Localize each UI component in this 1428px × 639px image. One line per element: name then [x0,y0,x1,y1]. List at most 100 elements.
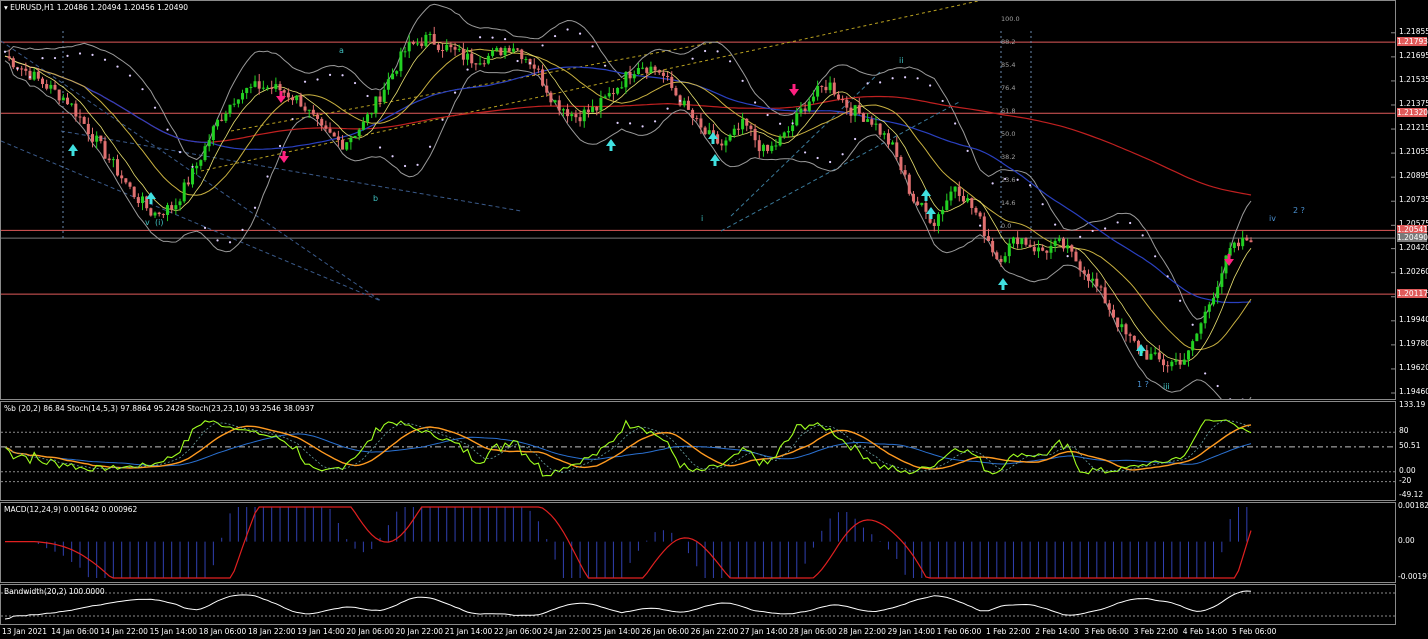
time-tick-label: 13 Jan 2021 [2,627,47,636]
sar-dot [991,182,994,185]
candle-body [566,109,570,117]
candle-body [770,145,774,151]
price-pane[interactable]: 100.0 88.2 85.4 76.4 61.8 50.0 38.2 23.6 14.6 0.0… [0,0,1396,400]
fib-level-label: 0.0 [1001,222,1011,230]
candle-body [45,84,49,89]
candle-body [807,101,811,112]
candle-body [707,130,711,135]
time-tick-label: 26 Jan 06:00 [641,627,690,636]
candle-body [1203,311,1207,324]
macd-pane[interactable]: MACD(12,24,9) 0.001642 0.000962 [0,502,1396,583]
sar-dot [866,82,869,85]
sar-dot [3,50,7,53]
candle-body [732,128,736,135]
sar-dot [241,228,244,231]
candle-body [236,99,240,104]
ma-fastest-line [4,41,1252,362]
candle-body [311,109,315,115]
candle-body [736,128,740,130]
sar-dot [178,151,182,154]
candle-body [1053,240,1057,246]
sar-dot [316,78,319,81]
candle-body [295,95,299,101]
candle-body [103,141,107,159]
candle-body [782,132,786,137]
sar-dot [541,44,544,47]
price-tick-label: 1.19620 [1399,362,1428,372]
sar-dot [353,81,357,85]
candle-body [882,133,886,135]
candle-body [741,118,745,130]
candle-body [174,205,178,210]
candle-body [303,106,307,111]
candle-body [386,79,390,90]
candle-body [582,109,586,122]
sar-dot [891,77,894,80]
time-axis: 13 Jan 2021 14 Jan 06:00 14 Jan 22:00 15 Ja… [0,625,1396,639]
candle-body [428,34,432,36]
price-tick-label: 1.21695 [1399,50,1428,60]
candle-body [141,196,145,204]
candle-body [520,49,524,60]
level-price-tag: 1.21793 [1397,36,1428,46]
candle-body [791,125,795,132]
bandwidth-pane[interactable]: Bandwidth(20,2) 100.0000 [0,584,1396,625]
candle-body [1011,237,1015,244]
dropdown-icon[interactable]: ▾ [4,3,8,12]
candle-body [86,123,90,135]
candle-body [586,109,590,113]
sar-dot [791,122,794,125]
candle-body [974,207,978,213]
candle-body [1024,238,1028,245]
sar-dot [428,145,432,148]
candle-body [1178,360,1182,365]
candle-body [824,86,828,91]
candle-body [182,182,186,202]
stoch-pane[interactable]: %b (20,2) 86.84 Stoch(14,5,3) 97.8864 95… [0,401,1396,501]
candle-body [857,105,861,114]
sar-dot [779,122,782,125]
candle-body [1066,245,1070,249]
candle-body [366,114,370,122]
sar-dot [829,160,832,164]
candle-body [691,109,695,119]
sar-dot [603,64,607,67]
candle-body [36,71,40,79]
candle-body [357,129,361,136]
candle-body [1149,353,1153,360]
candle-body [395,71,399,74]
fib-level-label: 14.6 [1001,199,1015,207]
candle-body [420,43,424,46]
candle-body [961,195,965,202]
candle-body [1074,251,1078,262]
bollinger-lower [4,60,1252,399]
sar-dot [1129,221,1132,225]
sar-dot [766,113,769,117]
candle-body [1007,243,1011,257]
candle-body [191,168,195,185]
stoch-tick-label: 0.00 [1399,465,1416,475]
candle-body [224,113,228,121]
candle-body [1191,341,1195,351]
candle-body [424,34,428,46]
candle-body [503,48,507,56]
candle-body [416,43,420,45]
sar-dot [278,144,282,148]
candle-body [999,258,1003,262]
candle-body [249,86,253,88]
wave-label: iii [1163,382,1170,391]
candle-body [1095,278,1099,287]
buy-arrow-icon [926,207,936,219]
candle-body [553,100,557,103]
candle-body [128,182,132,187]
candle-body [1132,335,1136,341]
candle-body [591,106,595,113]
time-tick-label: 20 Jan 22:00 [395,627,444,636]
candle-body [607,93,611,97]
stoch-tick-label: 133.19 [1399,400,1426,409]
candle-body [99,135,103,142]
bandwidth-title: Bandwidth(20,2) 100.0000 [4,587,105,596]
sar-dot [1141,234,1144,237]
candle-body [728,134,732,141]
candle-body [1232,242,1236,248]
